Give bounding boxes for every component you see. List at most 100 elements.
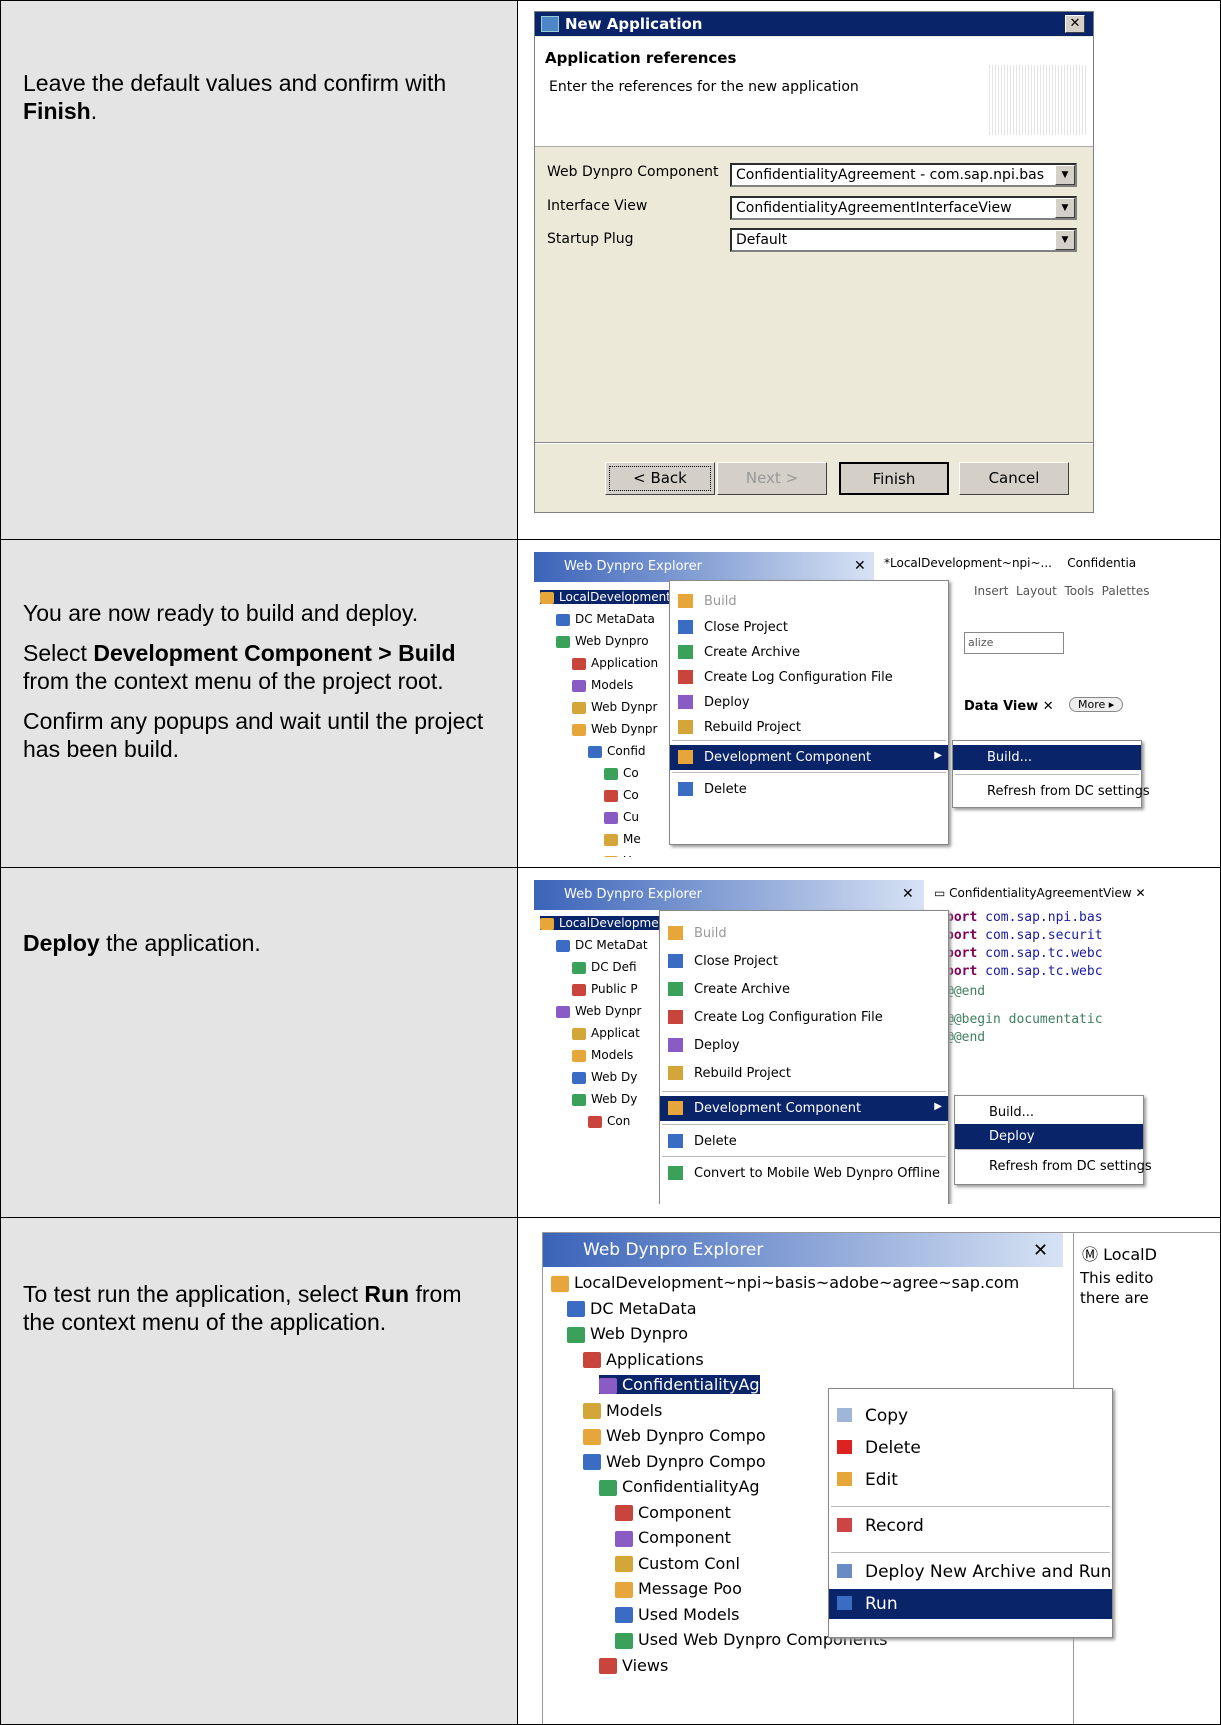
menu-item[interactable]: Deploy New Archive and Run xyxy=(829,1557,1112,1587)
chevron-down-icon[interactable]: ▼ xyxy=(1055,165,1075,185)
menu-item[interactable]: Deploy xyxy=(955,1124,1143,1149)
menu-item[interactable]: Development Component ▶ xyxy=(660,1096,948,1121)
menu-item[interactable]: Deploy xyxy=(660,1033,948,1058)
menu-item[interactable]: Build... xyxy=(953,745,1141,770)
tree-item[interactable]: Custom Conl xyxy=(615,1554,740,1573)
tree-item[interactable]: Component xyxy=(615,1503,731,1522)
tree-item[interactable]: Cu xyxy=(604,810,639,824)
tree-item[interactable]: LocalDevelopme xyxy=(540,916,659,930)
tree-item[interactable]: DC MetaData xyxy=(556,612,655,626)
tree-item-label: LocalDevelopment xyxy=(559,590,671,604)
emphasis-text: Run xyxy=(364,1281,410,1307)
tree-item[interactable]: Con xyxy=(588,1114,630,1128)
folder-icon xyxy=(604,811,618,824)
menu-item-label: Deploy xyxy=(989,1129,1035,1144)
tree-item[interactable]: Web Dy xyxy=(572,1092,637,1106)
tree-item[interactable]: LocalDevelopment xyxy=(540,590,671,604)
tree-item[interactable]: Web Dynpr xyxy=(572,722,657,736)
menu-item[interactable]: Create Log Configuration File xyxy=(660,1005,948,1030)
tree-item[interactable]: DC MetaDat xyxy=(556,938,648,952)
tree-item[interactable]: Web Dynpr xyxy=(556,1004,641,1018)
tree-item[interactable]: ConfidentialityAg xyxy=(599,1375,760,1394)
explorer-screenshot-run: Web Dynpro Explorer ✕ Ⓜ LocalD This edit… xyxy=(542,1232,1220,1724)
menu-item[interactable]: Refresh from DC settings xyxy=(953,779,1150,804)
menu-item[interactable]: Deploy xyxy=(670,690,948,715)
menu-item[interactable]: Convert to Mobile Web Dynpro Offline xyxy=(660,1161,948,1186)
menu-item[interactable]: Close Project xyxy=(670,615,948,640)
submenu-arrow-icon: ▶ xyxy=(934,1101,942,1112)
tree-item-label: Applications xyxy=(606,1349,704,1369)
menu-item[interactable]: Build xyxy=(660,921,948,946)
menu-item-label: Create Archive xyxy=(704,645,800,660)
tree-item[interactable]: Co xyxy=(604,766,639,780)
new-application-dialog: New Application ✕ Application references… xyxy=(534,11,1094,513)
menu-item[interactable]: Edit xyxy=(829,1465,1112,1495)
menu-item[interactable]: Close Project xyxy=(660,949,948,974)
tree-item[interactable]: DC MetaData xyxy=(567,1299,697,1318)
tree-item[interactable]: Applicat xyxy=(572,1026,640,1040)
startup-plug-select[interactable]: Default ▼ xyxy=(730,228,1077,252)
menu-item[interactable]: Development Component ▶ xyxy=(670,745,948,770)
menu-item[interactable]: Run xyxy=(829,1589,1112,1619)
component-select[interactable]: ConfidentialityAgreement - com.sap.npi.b… xyxy=(730,163,1077,187)
section-description: Enter the references for the new applica… xyxy=(549,79,859,95)
tree-item[interactable]: ConfidentialityAg xyxy=(599,1477,760,1496)
text-run: To test run the application, select xyxy=(23,1281,365,1307)
back-button[interactable]: < Back xyxy=(605,462,715,495)
tree-item[interactable]: Views xyxy=(599,1656,668,1675)
tree-item-label: LocalDevelopme xyxy=(559,916,659,930)
menu-item[interactable]: Copy xyxy=(829,1401,1112,1431)
tree-item[interactable]: LocalDevelopment~npi~basis~adobe~agree~s… xyxy=(551,1273,1019,1292)
tree-item[interactable]: Co xyxy=(604,788,639,802)
menu-item[interactable]: Create Archive xyxy=(670,640,948,665)
menu-item[interactable]: Refresh from DC settings xyxy=(955,1154,1152,1179)
emphasis-text: Finish xyxy=(23,98,91,124)
tree-item[interactable]: Component xyxy=(615,1528,731,1547)
tree-item[interactable]: DC Defi xyxy=(572,960,637,974)
folder-icon xyxy=(599,1479,617,1496)
tree-item[interactable]: Public P xyxy=(572,982,638,996)
tree-item-label: Used Models xyxy=(638,1604,740,1624)
tree-item[interactable]: Message Poo xyxy=(615,1579,742,1598)
folder-icon xyxy=(604,855,618,857)
explorer-screenshot-build: Web Dynpro Explorer ✕ *LocalDevelopment~… xyxy=(534,552,1220,857)
tree-item[interactable]: Applications xyxy=(583,1350,704,1369)
tree-item[interactable]: Web Dy xyxy=(572,1070,637,1084)
menu-item-label: Refresh from DC settings xyxy=(987,784,1150,799)
menu-item-label: Build xyxy=(704,594,737,609)
tree-item[interactable]: Confid xyxy=(588,744,646,758)
tree-item[interactable]: Application xyxy=(572,656,658,670)
tree-item[interactable]: Use xyxy=(604,854,645,857)
cancel-button[interactable]: Cancel xyxy=(959,462,1069,495)
chevron-down-icon[interactable]: ▼ xyxy=(1055,198,1075,218)
menu-item[interactable]: Create Archive xyxy=(660,977,948,1002)
tree-item[interactable]: Web Dynpro Compo xyxy=(583,1452,766,1471)
menu-item[interactable]: Rebuild Project xyxy=(670,715,948,740)
text-run: You are now ready to build and deploy. xyxy=(23,600,419,626)
menu-icon xyxy=(678,620,693,634)
tree-item[interactable]: Web Dynpro xyxy=(567,1324,688,1343)
tree-item[interactable]: Models xyxy=(572,678,633,692)
dialog-title: New Application xyxy=(565,15,703,33)
chevron-down-icon[interactable]: ▼ xyxy=(1055,230,1075,250)
menu-item[interactable]: Rebuild Project xyxy=(660,1061,948,1086)
tree-item[interactable]: Web Dynpro xyxy=(556,634,649,648)
menu-item[interactable]: Build... xyxy=(955,1100,1143,1125)
tree-item[interactable]: Web Dynpro Compo xyxy=(583,1426,766,1445)
close-icon[interactable]: ✕ xyxy=(1065,15,1085,33)
menu-item[interactable]: Delete xyxy=(660,1129,948,1154)
text-run: Confirm any popups and wait until the pr… xyxy=(23,708,484,762)
next-button[interactable]: Next > xyxy=(717,462,827,495)
finish-button[interactable]: Finish xyxy=(839,462,949,495)
menu-item[interactable]: Delete xyxy=(670,777,948,802)
interface-view-select[interactable]: ConfidentialityAgreementInterfaceView ▼ xyxy=(730,196,1077,220)
tree-item[interactable]: Me xyxy=(604,832,641,846)
tree-item[interactable]: Used Models xyxy=(615,1605,740,1624)
menu-item[interactable]: Record xyxy=(829,1511,1112,1541)
tree-item[interactable]: Web Dynpr xyxy=(572,700,657,714)
tree-item[interactable]: Models xyxy=(583,1401,662,1420)
tree-item[interactable]: Models xyxy=(572,1048,633,1062)
menu-item[interactable]: Build xyxy=(670,589,948,614)
menu-item[interactable]: Delete xyxy=(829,1433,1112,1463)
menu-item[interactable]: Create Log Configuration File xyxy=(670,665,948,690)
